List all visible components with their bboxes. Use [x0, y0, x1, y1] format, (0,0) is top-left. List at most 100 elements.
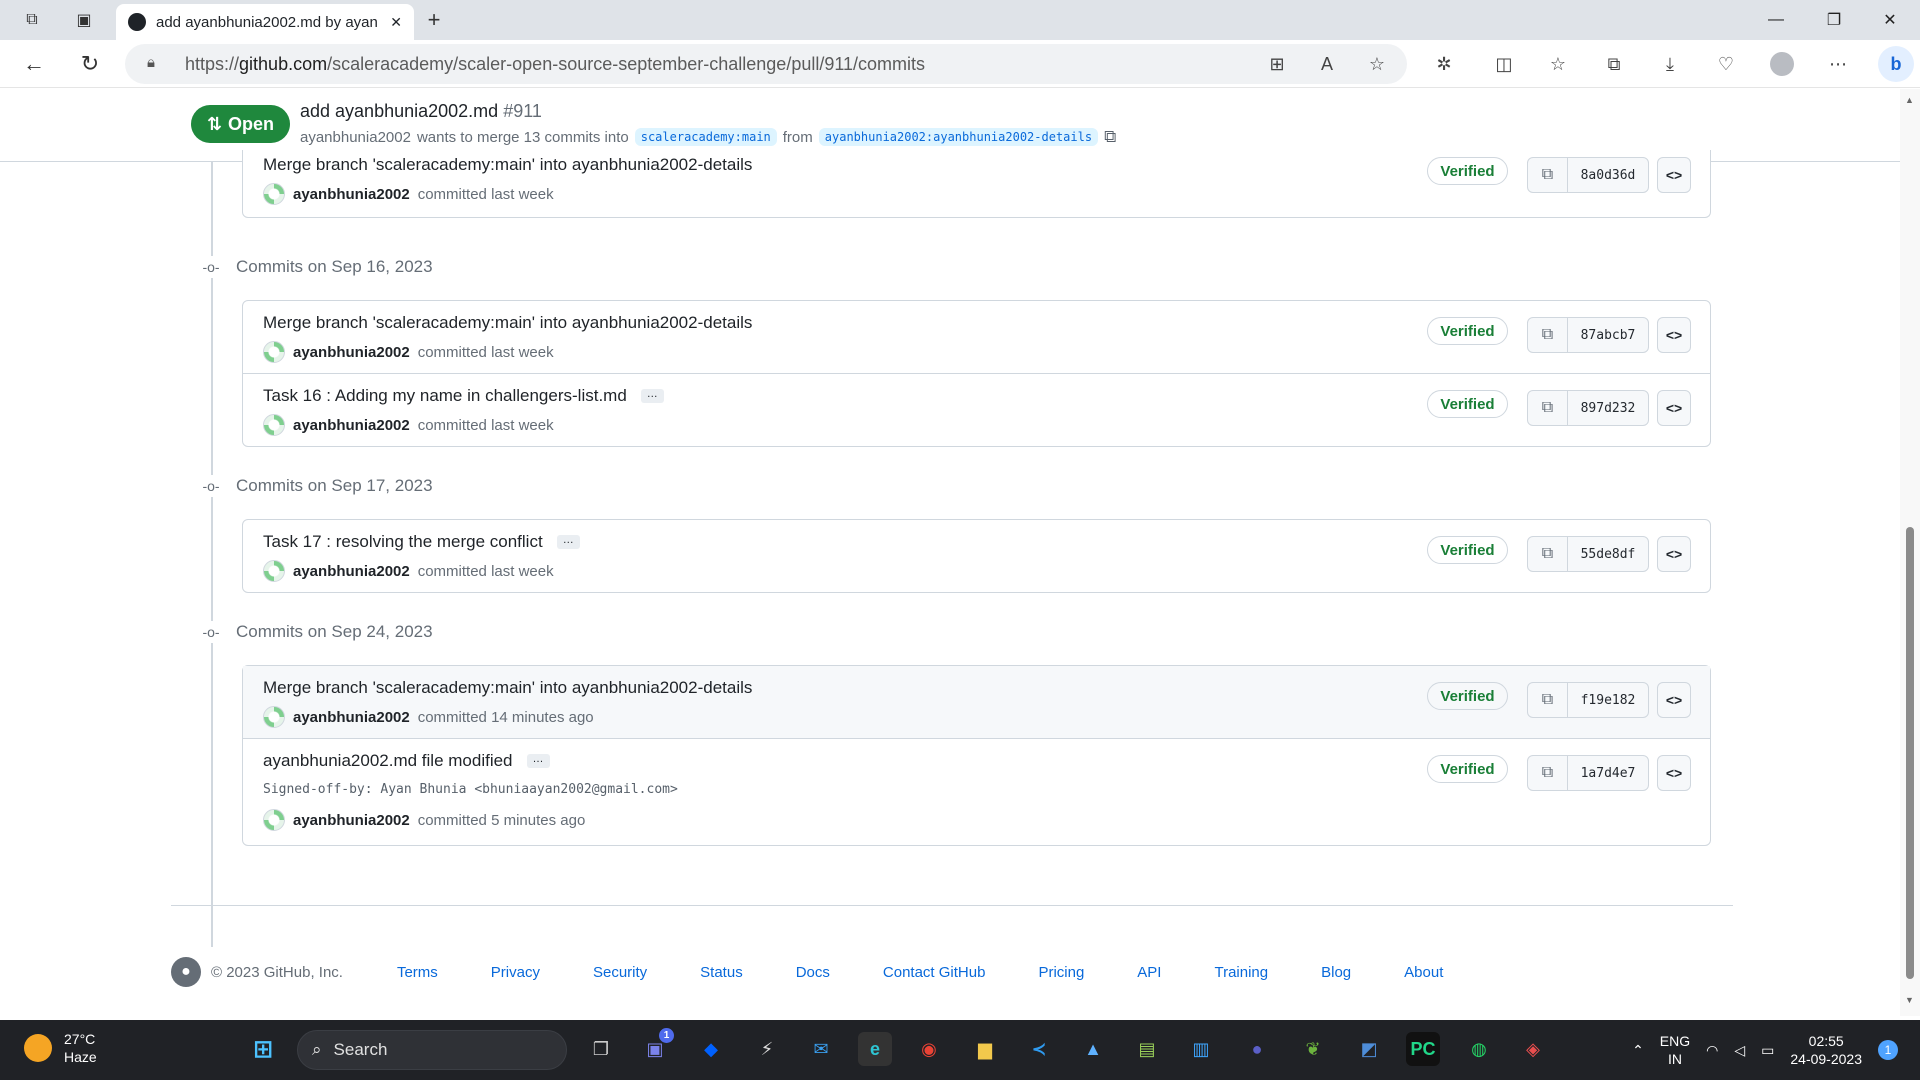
head-branch[interactable]: ayanbhunia2002:ayanbhunia2002-details	[818, 128, 1099, 146]
commit-author[interactable]: ayanbhunia2002	[293, 417, 410, 434]
minimize-icon[interactable]: —	[1748, 0, 1804, 40]
verified-badge[interactable]: Verified	[1427, 317, 1508, 345]
commit-title-link[interactable]: Merge branch 'scaleracademy:main' into a…	[263, 313, 752, 333]
whatsapp-icon[interactable]: ◍	[1462, 1032, 1496, 1066]
github-logo-icon[interactable]: ●	[171, 957, 201, 987]
copilot-icon[interactable]: b	[1878, 46, 1914, 82]
commit-sha-link[interactable]: 897d232	[1568, 391, 1648, 425]
active-tab[interactable]: add ayanbhunia2002.md by ayan ✕	[116, 4, 414, 40]
extensions-icon[interactable]: ✲	[1432, 52, 1456, 76]
verified-badge[interactable]: Verified	[1427, 157, 1508, 185]
commit-title-link[interactable]: Merge branch 'scaleracademy:main' into a…	[263, 155, 752, 175]
chrome-icon[interactable]: ◉	[912, 1032, 946, 1066]
footer-link-docs[interactable]: Docs	[796, 964, 830, 981]
commit-sha-link[interactable]: 8a0d36d	[1568, 158, 1648, 192]
scroll-up-icon[interactable]: ▲	[1905, 95, 1914, 105]
close-tab-icon[interactable]: ✕	[390, 14, 402, 31]
verified-badge[interactable]: Verified	[1427, 390, 1508, 418]
copy-sha-icon[interactable]: ⧉	[1528, 391, 1568, 425]
new-tab-icon[interactable]: +	[422, 7, 446, 32]
pr-author-link[interactable]: ayanbhunia2002	[300, 129, 411, 146]
footer-link-about[interactable]: About	[1404, 964, 1443, 981]
task-view-icon[interactable]: ❐	[584, 1032, 618, 1066]
commit-author[interactable]: ayanbhunia2002	[293, 812, 410, 829]
split-screen-icon[interactable]: ◫	[1492, 52, 1516, 76]
copy-sha-icon[interactable]: ⧉	[1528, 756, 1568, 790]
footer-link-contact[interactable]: Contact GitHub	[883, 964, 986, 981]
footer-link-api[interactable]: API	[1137, 964, 1161, 981]
file-explorer-icon[interactable]: ▆	[968, 1032, 1002, 1066]
commit-sha-link[interactable]: f19e182	[1568, 683, 1648, 717]
copy-sha-icon[interactable]: ⧉	[1528, 537, 1568, 571]
read-aloud-icon[interactable]: A	[1315, 52, 1339, 76]
vscode-icon[interactable]: ≺	[1022, 1032, 1056, 1066]
url-input[interactable]: 🔒︎ https://github.com/scaleracademy/scal…	[125, 44, 1407, 84]
git-icon[interactable]: ◈	[1516, 1032, 1550, 1066]
back-icon[interactable]: ←	[20, 50, 48, 78]
clock[interactable]: 02:55 24-09-2023	[1790, 1032, 1862, 1068]
expand-message-button[interactable]: …	[640, 389, 664, 403]
browse-code-button[interactable]: <>	[1657, 390, 1691, 426]
browse-code-button[interactable]: <>	[1657, 682, 1691, 718]
commit-author[interactable]: ayanbhunia2002	[293, 186, 410, 203]
app-icon[interactable]: ⚡	[750, 1032, 784, 1066]
profile-avatar-icon[interactable]	[1770, 52, 1794, 76]
refresh-icon[interactable]: ↻	[76, 50, 104, 78]
eclipse-icon[interactable]: ●	[1240, 1032, 1274, 1066]
scroll-down-icon[interactable]: ▼	[1905, 995, 1914, 1005]
battery-icon[interactable]: ▭	[1761, 1041, 1774, 1059]
avatar[interactable]	[263, 809, 285, 831]
commit-title-link[interactable]: Task 17 : resolving the merge conflict…	[263, 532, 580, 552]
favorite-star-icon[interactable]: ☆	[1365, 52, 1389, 76]
commit-sha-link[interactable]: 87abcb7	[1568, 318, 1648, 352]
copy-branch-icon[interactable]: ⧉	[1104, 127, 1116, 147]
restore-icon[interactable]: ❐	[1806, 0, 1862, 40]
verified-badge[interactable]: Verified	[1427, 536, 1508, 564]
base-branch[interactable]: scaleracademy:main	[634, 128, 777, 146]
avatar[interactable]	[263, 706, 285, 728]
language-indicator[interactable]: ENG IN	[1660, 1032, 1690, 1068]
avatar[interactable]	[263, 341, 285, 363]
commit-sha-link[interactable]: 1a7d4e7	[1568, 756, 1648, 790]
downloads-icon[interactable]: ⤓	[1658, 52, 1682, 76]
copy-sha-icon[interactable]: ⧉	[1528, 683, 1568, 717]
scroll-thumb[interactable]	[1906, 527, 1914, 979]
commit-title-link[interactable]: ayanbhunia2002.md file modified…	[263, 751, 550, 771]
page-scrollbar[interactable]: ▲ ▼	[1900, 89, 1920, 1016]
commit-title-link[interactable]: Task 16 : Adding my name in challengers-…	[263, 386, 664, 406]
footer-link-terms[interactable]: Terms	[397, 964, 438, 981]
commit-author[interactable]: ayanbhunia2002	[293, 563, 410, 580]
favorites-icon[interactable]: ☆	[1546, 52, 1570, 76]
taskbar-search[interactable]: ⌕ Search	[297, 1030, 567, 1070]
avatar[interactable]	[263, 414, 285, 436]
commit-author[interactable]: ayanbhunia2002	[293, 344, 410, 361]
browse-code-button[interactable]: <>	[1657, 755, 1691, 791]
pycharm-icon[interactable]: PC	[1406, 1032, 1440, 1066]
app-available-icon[interactable]: ⊞	[1265, 52, 1289, 76]
volume-icon[interactable]: ◁	[1734, 1041, 1745, 1059]
footer-link-privacy[interactable]: Privacy	[491, 964, 540, 981]
wifi-icon[interactable]: ◠	[1706, 1041, 1718, 1059]
footer-link-pricing[interactable]: Pricing	[1038, 964, 1084, 981]
show-hidden-icons[interactable]: ⌃	[1632, 1041, 1644, 1059]
verified-badge[interactable]: Verified	[1427, 755, 1508, 783]
footer-link-training[interactable]: Training	[1214, 964, 1268, 981]
notification-badge[interactable]: 1	[1878, 1040, 1898, 1060]
dropbox-icon[interactable]: ◆	[694, 1032, 728, 1066]
footer-link-security[interactable]: Security	[593, 964, 647, 981]
expand-message-button[interactable]: …	[526, 754, 550, 768]
copy-sha-icon[interactable]: ⧉	[1528, 158, 1568, 192]
tab-actions-icon[interactable]: ▣	[72, 8, 96, 32]
db-tool-icon[interactable]: ◩	[1352, 1032, 1386, 1066]
spring-icon[interactable]: ❦	[1296, 1032, 1330, 1066]
browse-code-button[interactable]: <>	[1657, 157, 1691, 193]
commit-sha-link[interactable]: 55de8df	[1568, 537, 1648, 571]
start-icon[interactable]: ⊞	[246, 1032, 280, 1066]
footer-link-status[interactable]: Status	[700, 964, 743, 981]
notepad-plus-icon[interactable]: ▤	[1130, 1032, 1164, 1066]
verified-badge[interactable]: Verified	[1427, 682, 1508, 710]
browse-code-button[interactable]: <>	[1657, 317, 1691, 353]
more-options-icon[interactable]: ⋯	[1826, 52, 1850, 76]
teams-icon[interactable]: ▣ 1	[638, 1028, 674, 1066]
mail-icon[interactable]: ✉	[804, 1032, 838, 1066]
